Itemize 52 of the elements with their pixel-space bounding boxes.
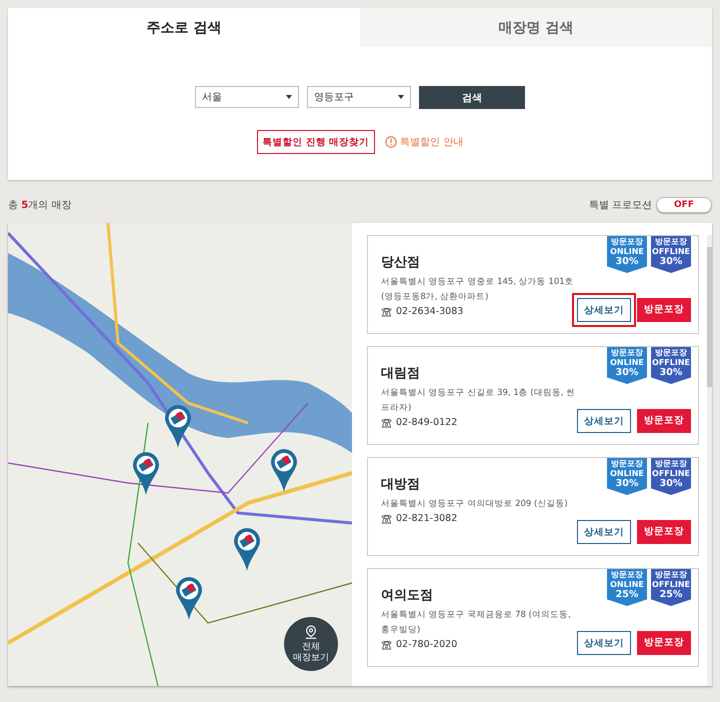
store-address: 서울특별시 영등포구 여의대방로 209 (신길동)	[381, 498, 569, 511]
discount-ribbon: 방문포장 OFFLINE 30%	[651, 458, 691, 495]
telephone-icon	[381, 514, 392, 524]
discount-ribbon: 방문포장 OFFLINE 30%	[651, 236, 691, 273]
phone-number: 02-821-3082	[396, 513, 458, 524]
store-count-text: 총 5개의 매장	[8, 199, 72, 212]
store-address: 서울특별시 영등포구 신길로 39, 1층 (대림동, 썬프라자)	[381, 387, 576, 415]
telephone-icon	[381, 418, 392, 428]
telephone-icon	[381, 640, 392, 650]
store-name: 대림점	[381, 365, 421, 382]
discount-ribbon: 방문포장 ONLINE 30%	[607, 236, 647, 273]
map-pin-icon[interactable]	[271, 449, 297, 492]
promotion-toggle[interactable]: OFF	[656, 197, 712, 213]
map-pin-icon[interactable]	[176, 577, 202, 620]
promotion-label: 특별 프로모션	[588, 199, 652, 212]
detail-button[interactable]: 상세보기	[577, 520, 631, 544]
tab[interactable]: 주소로 검색	[8, 8, 360, 47]
map-pin-icon[interactable]	[234, 528, 260, 571]
map-pin-icon[interactable]	[133, 452, 159, 495]
phone-number: 02-849-0122	[396, 417, 458, 428]
discount-ribbon: 방문포장 ONLINE 30%	[607, 458, 647, 495]
telephone-icon	[381, 306, 392, 316]
discount-ribbon: 방문포장 ONLINE 25%	[607, 569, 647, 606]
caret-icon	[398, 95, 404, 99]
store-name: 여의도점	[381, 587, 434, 604]
discount-ribbon: 방문포장 OFFLINE 25%	[651, 569, 691, 606]
phone-number: 02-2634-3083	[396, 306, 464, 317]
pickup-button[interactable]: 방문포장	[637, 520, 691, 544]
location-icon	[304, 624, 318, 640]
pickup-button[interactable]: 방문포장	[637, 408, 691, 433]
map-pin-icon[interactable]	[165, 405, 191, 448]
tab[interactable]: 매장명 검색	[360, 8, 712, 47]
store-address: 서울특별시 영등포구 영중로 145, 상가동 101호 (영등포동8가, 삼환아파트)	[381, 276, 575, 304]
info-icon	[385, 136, 398, 148]
detail-button[interactable]: 상세보기	[577, 409, 631, 433]
phone-number: 02-780-2020	[396, 639, 458, 650]
special-discount-store-button[interactable]: 특별할인 진행 매장찾기	[256, 130, 376, 154]
detail-button[interactable]: 상세보기	[577, 631, 631, 655]
district-select[interactable]: 영등포구	[307, 86, 411, 108]
detail-button[interactable]: 상세보기	[577, 298, 631, 322]
discount-ribbon: 방문포장 ONLINE 30%	[607, 347, 647, 384]
search-button[interactable]: 검색	[419, 86, 525, 109]
store-address: 서울특별시 영등포구 국제금융로 78 (여의도동, 홍우빌딩)	[381, 609, 572, 637]
discount-ribbon: 방문포장 OFFLINE 30%	[651, 347, 691, 384]
pickup-button[interactable]: 방문포장	[637, 630, 691, 655]
city-select[interactable]: 서울	[195, 86, 299, 108]
store-name: 당산점	[381, 254, 421, 271]
pickup-button[interactable]: 방문포장	[637, 298, 691, 322]
store-name: 대방점	[381, 476, 421, 493]
caret-icon	[286, 95, 292, 99]
scrollbar[interactable]	[707, 235, 712, 686]
map-drawing[interactable]	[8, 223, 352, 686]
